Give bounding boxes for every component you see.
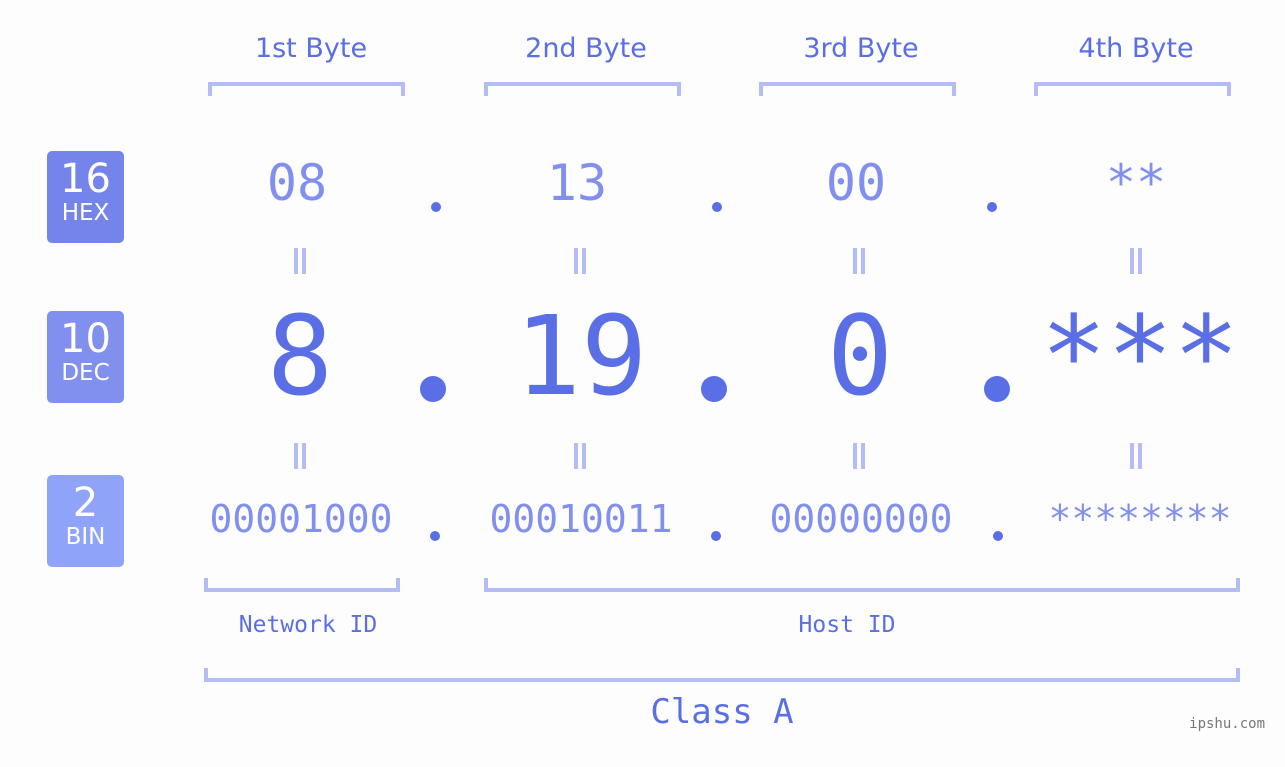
equals-icon bbox=[851, 443, 867, 469]
hex-value-4: ** bbox=[1105, 154, 1167, 212]
hex-dot-3 bbox=[987, 202, 997, 212]
bin-value-2: 00010011 bbox=[489, 497, 673, 541]
bin-value-1: 00001000 bbox=[209, 497, 393, 541]
dec-value-3: 0 bbox=[826, 292, 894, 420]
watermark: ipshu.com bbox=[1189, 716, 1265, 732]
bin-dot-2 bbox=[711, 531, 721, 541]
class-bracket bbox=[204, 668, 1240, 682]
bin-badge-label: BIN bbox=[65, 524, 106, 550]
dec-badge-number: 10 bbox=[60, 316, 111, 362]
dec-value-4: *** bbox=[1040, 292, 1240, 420]
bin-value-3: 00000000 bbox=[769, 497, 953, 541]
dec-badge-label: DEC bbox=[61, 360, 110, 386]
equals-icon bbox=[292, 248, 308, 274]
byte-bracket-1 bbox=[208, 82, 405, 96]
byte-label-4: 4th Byte bbox=[1078, 33, 1194, 64]
dec-value-1: 8 bbox=[266, 292, 334, 420]
hex-dot-2 bbox=[712, 202, 722, 212]
hex-value-1: 08 bbox=[266, 154, 328, 212]
byte-bracket-4 bbox=[1034, 82, 1231, 96]
byte-bracket-2 bbox=[484, 82, 681, 96]
equals-icon bbox=[292, 443, 308, 469]
bin-dot-1 bbox=[430, 531, 440, 541]
equals-icon bbox=[851, 248, 867, 274]
hex-badge-label: HEX bbox=[61, 200, 110, 226]
equals-icon bbox=[572, 443, 588, 469]
byte-bracket-3 bbox=[759, 82, 956, 96]
dec-value-2: 19 bbox=[514, 292, 648, 420]
hex-dot-1 bbox=[431, 202, 441, 212]
bin-badge-number: 2 bbox=[72, 480, 99, 526]
equals-icon bbox=[1128, 443, 1144, 469]
hex-badge-number: 16 bbox=[60, 156, 111, 202]
dec-dot-1 bbox=[420, 376, 446, 402]
host-id-bracket bbox=[484, 578, 1240, 592]
byte-label-1: 1st Byte bbox=[254, 33, 368, 64]
bin-badge: 2 BIN bbox=[47, 475, 124, 567]
equals-icon bbox=[1128, 248, 1144, 274]
dec-badge: 10 DEC bbox=[47, 311, 124, 403]
hex-badge: 16 HEX bbox=[47, 151, 124, 243]
byte-label-3: 3rd Byte bbox=[803, 33, 919, 64]
dec-dot-2 bbox=[701, 376, 727, 402]
class-label: Class A bbox=[650, 692, 794, 732]
host-id-label: Host ID bbox=[798, 612, 896, 638]
network-id-label: Network ID bbox=[238, 612, 378, 638]
bin-dot-3 bbox=[993, 531, 1003, 541]
bin-value-4: ******** bbox=[1048, 497, 1232, 541]
byte-label-2: 2nd Byte bbox=[525, 33, 647, 64]
network-id-bracket bbox=[204, 578, 400, 592]
hex-value-2: 13 bbox=[546, 154, 608, 212]
equals-icon bbox=[572, 248, 588, 274]
hex-value-3: 00 bbox=[825, 154, 887, 212]
dec-dot-3 bbox=[984, 376, 1010, 402]
